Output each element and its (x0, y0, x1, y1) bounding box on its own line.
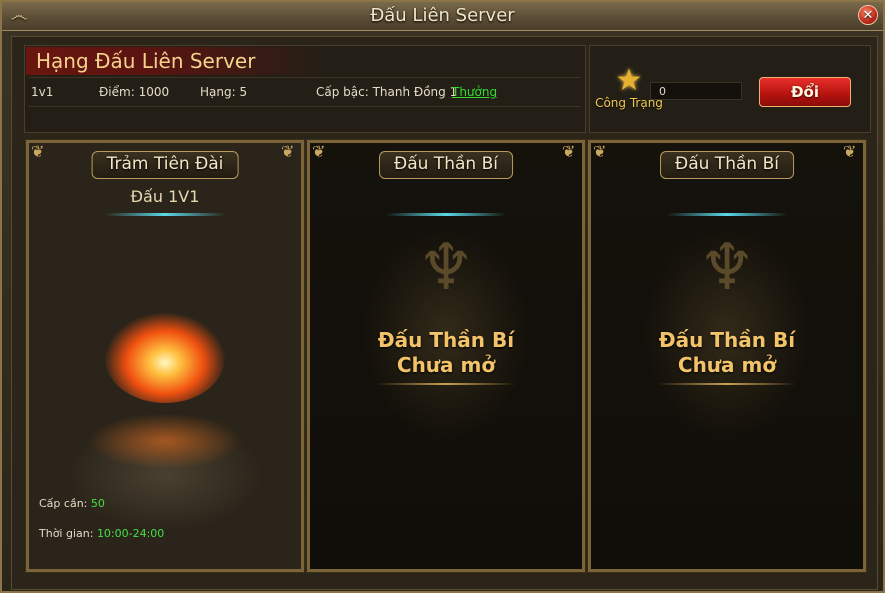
time-value: 10:00-24:00 (96, 527, 165, 540)
swirl-icon: ෴ (10, 5, 28, 26)
glow-divider (105, 213, 225, 216)
card-header: Trảm Tiên Đài (91, 151, 239, 179)
content-area: Hạng Đấu Liên Server 1v1 Điểm: 1000 Hạng… (11, 36, 878, 590)
level-label: Cấp bậc: Thanh Đồng 1 (316, 85, 458, 99)
reward-link[interactable]: Thưởng (452, 84, 497, 100)
divider (29, 106, 581, 107)
glow-divider (386, 213, 506, 216)
close-button[interactable]: ✕ (858, 5, 878, 25)
level-req-label: Cấp cần: (39, 497, 88, 510)
corner-ornament: ❦ (31, 142, 45, 161)
level-req-value: 50 (90, 497, 105, 510)
glow-divider (667, 213, 787, 216)
divider (29, 77, 581, 78)
ranking-title: Hạng Đấu Liên Server (26, 47, 326, 75)
gold-divider (376, 383, 516, 385)
locked-status: Chưa mở (677, 353, 777, 377)
star-icon: ★ (615, 63, 643, 98)
gold-divider (657, 383, 797, 385)
ranking-info-panel: Hạng Đấu Liên Server 1v1 Điểm: 1000 Hạng… (24, 45, 586, 133)
corner-ornament: ❦ (593, 142, 607, 161)
card-subtitle: Đấu 1V1 (130, 187, 200, 206)
sigil-ornament: ♆ (417, 231, 475, 305)
locked-status: Chưa mở (396, 353, 496, 377)
merit-panel: ★ Công Trạng 0 Đổi (589, 45, 871, 133)
corner-ornament: ❦ (312, 142, 326, 161)
card-header: Đấu Thần Bí (379, 151, 513, 179)
level-requirement: Cấp cần: 50 (39, 497, 105, 510)
locked-message: Đấu Thần Bí Chưa mở (591, 328, 863, 378)
locked-message: Đấu Thần Bí Chưa mở (310, 328, 582, 378)
fire-altar-image (105, 313, 225, 403)
time-label: Thời gian: (39, 527, 94, 540)
arena-window: ෴ Đấu Liên Server ✕ Hạng Đấu Liên Server… (0, 0, 885, 593)
window-title: Đấu Liên Server (370, 5, 515, 26)
merit-value: 0 (650, 82, 742, 100)
corner-ornament: ❦ (562, 142, 576, 161)
locked-title: Đấu Thần Bí (377, 328, 515, 352)
sigil-ornament: ♆ (698, 231, 756, 305)
exchange-button[interactable]: Đổi (759, 77, 851, 107)
rank-label: Hạng: 5 (200, 85, 248, 99)
arena-card-1v1[interactable]: ❦ ❦ Trảm Tiên Đài Đấu 1V1 Cấp cần: 50 Th… (25, 139, 305, 573)
arena-card-locked[interactable]: ❦ ❦ Đấu Thần Bí ♆ Đấu Thần Bí Chưa mở (587, 139, 867, 573)
points-label: Điểm: 1000 (99, 85, 170, 99)
mode-label: 1v1 (31, 85, 54, 99)
time-requirement: Thời gian: 10:00-24:00 (39, 527, 164, 540)
corner-ornament: ❦ (843, 142, 857, 161)
close-icon: ✕ (862, 8, 874, 23)
corner-ornament: ❦ (281, 142, 295, 161)
locked-title: Đấu Thần Bí (658, 328, 796, 352)
card-header: Đấu Thần Bí (660, 151, 794, 179)
title-bar: ෴ Đấu Liên Server ✕ (2, 2, 883, 31)
arena-card-locked[interactable]: ❦ ❦ Đấu Thần Bí ♆ Đấu Thần Bí Chưa mở (306, 139, 586, 573)
